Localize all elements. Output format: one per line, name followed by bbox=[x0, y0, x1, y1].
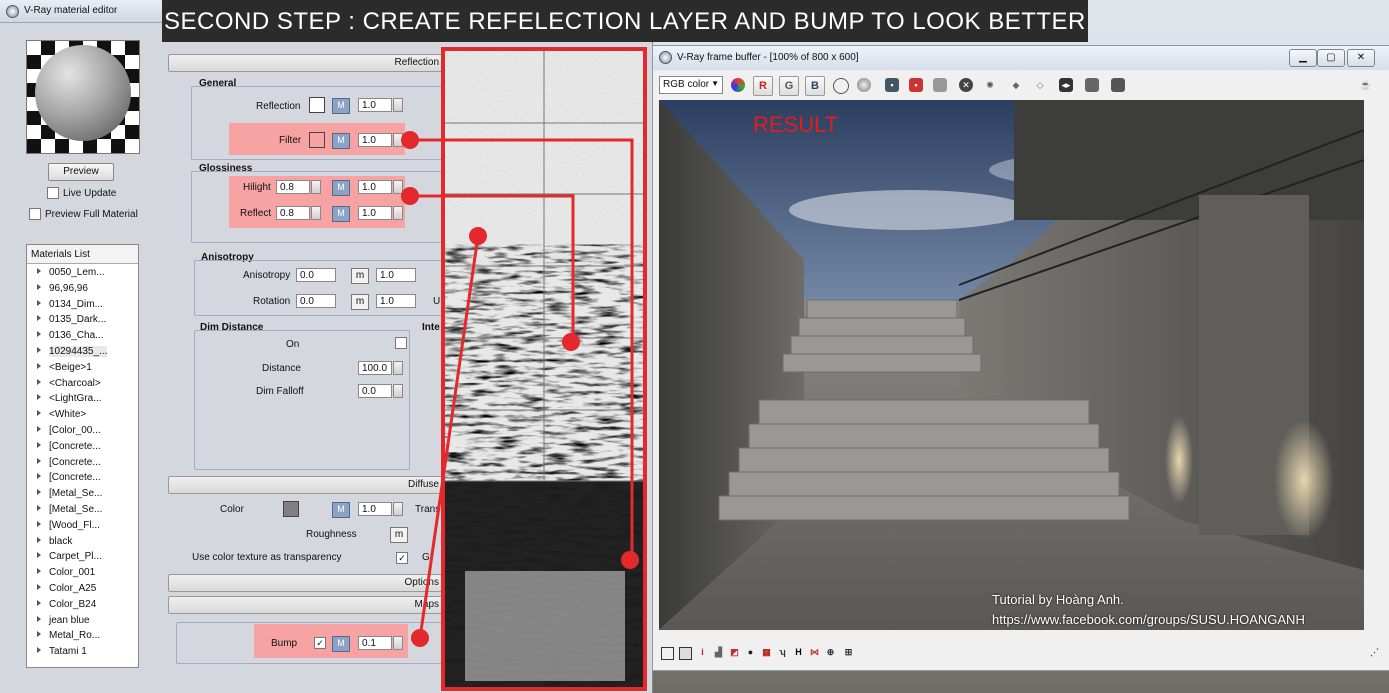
credit-line-1: Tutorial by Hoàng Anh. bbox=[992, 592, 1124, 607]
info-icon[interactable]: i bbox=[697, 647, 708, 658]
exposure-icon[interactable]: ● bbox=[745, 647, 756, 658]
filter-marker bbox=[401, 131, 419, 149]
render-region-icon[interactable]: ◆ bbox=[1009, 78, 1023, 92]
glossiness-texture-marker bbox=[562, 333, 580, 351]
link-icon[interactable]: ◇ bbox=[1033, 78, 1047, 92]
grid-icon[interactable]: ⊞ bbox=[843, 647, 854, 658]
frame-icon[interactable] bbox=[661, 647, 674, 660]
history-icon[interactable] bbox=[1085, 78, 1099, 92]
frame-buffer-statusbar: i ▟ ◩ ● ▦ ʮ H ⋈ ⊕ ⊞ ⋰ bbox=[653, 642, 1389, 666]
compare-icon[interactable]: ⋈ bbox=[809, 647, 820, 658]
frame-buffer-toolbar: RGB color ▼ R G B ▪ ▪ ✕ ✺ ◆ ◇ ◂▸ ☕ bbox=[653, 72, 1389, 98]
blue-channel-button[interactable]: B bbox=[805, 76, 825, 96]
vray-fb-icon bbox=[659, 51, 672, 64]
lut-icon[interactable]: ʮ bbox=[777, 647, 788, 658]
track-mouse-icon[interactable]: ✺ bbox=[983, 78, 997, 92]
lens-effects-icon[interactable]: ◂▸ bbox=[1059, 78, 1073, 92]
minimize-button[interactable]: ▁ bbox=[1289, 49, 1317, 67]
load-icon[interactable] bbox=[933, 78, 947, 92]
filter-texture-marker bbox=[621, 551, 639, 569]
bump-connector bbox=[418, 235, 480, 639]
render-view[interactable]: RESULT Tutorial by Hoàng Anh. https://ww… bbox=[659, 100, 1364, 630]
channel-select[interactable]: RGB color ▼ bbox=[659, 76, 723, 94]
close-button[interactable]: ✕ bbox=[1347, 49, 1375, 67]
srgb-icon[interactable]: ▦ bbox=[761, 647, 772, 658]
color-channels-icon[interactable] bbox=[731, 78, 745, 92]
save-icon[interactable]: ▪ bbox=[885, 78, 899, 92]
rendered-scene bbox=[659, 100, 1364, 630]
maximize-button[interactable]: ▢ bbox=[1317, 49, 1345, 67]
red-channel-button[interactable]: R bbox=[753, 76, 773, 96]
save-all-icon[interactable]: ▪ bbox=[909, 78, 923, 92]
glossiness-connector bbox=[410, 194, 575, 342]
resize-grip-icon[interactable]: ⋰ bbox=[1369, 647, 1380, 658]
bump-marker bbox=[411, 629, 429, 647]
glossiness-marker bbox=[401, 187, 419, 205]
frame-buffer-window: V-Ray frame buffer - [100% of 800 x 600]… bbox=[652, 45, 1389, 671]
green-channel-button[interactable]: G bbox=[779, 76, 799, 96]
channel-select-value: RGB color bbox=[663, 79, 710, 90]
alpha-channel-icon[interactable] bbox=[833, 78, 849, 94]
credit-line-2: https://www.facebook.com/groups/SUSU.HOA… bbox=[992, 612, 1305, 627]
chevron-down-icon: ▼ bbox=[711, 79, 719, 88]
frame-buffer-titlebar[interactable]: V-Ray frame buffer - [100% of 800 x 600]… bbox=[653, 46, 1389, 70]
settings-icon[interactable] bbox=[1111, 78, 1125, 92]
filter-connector bbox=[410, 138, 634, 560]
result-label: RESULT bbox=[753, 112, 839, 137]
levels-icon[interactable]: ▟ bbox=[713, 647, 724, 658]
mono-icon[interactable] bbox=[857, 78, 871, 92]
teapot-render-icon[interactable]: ☕ bbox=[1359, 78, 1373, 92]
pixel-info-icon[interactable] bbox=[679, 647, 692, 660]
histogram-icon[interactable]: H bbox=[793, 647, 804, 658]
clear-icon[interactable]: ✕ bbox=[959, 78, 973, 92]
stamp-icon[interactable]: ⊕ bbox=[825, 647, 836, 658]
frame-buffer-title: V-Ray frame buffer - [100% of 800 x 600] bbox=[677, 52, 859, 63]
curves-icon[interactable]: ◩ bbox=[729, 647, 740, 658]
bump-texture-marker bbox=[469, 227, 487, 245]
